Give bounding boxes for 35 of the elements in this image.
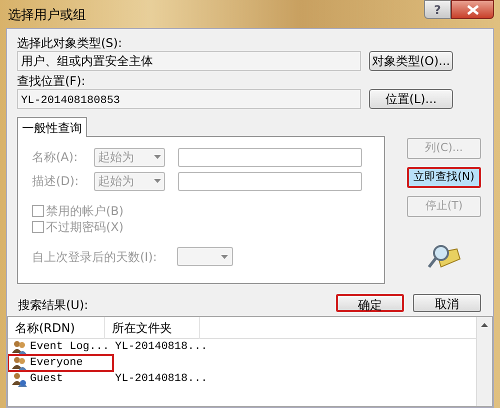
field-label: 描述(D): (32, 173, 80, 190)
dialog-button[interactable]: 确定 (336, 294, 404, 312)
results-label: 搜索结果(U): (18, 297, 88, 314)
table-cell-text: YL-20140818... (115, 372, 208, 387)
action-button[interactable]: 立即查找(N) (407, 167, 481, 188)
caret-icon (221, 254, 228, 258)
window-title: 选择用户或组 (8, 7, 86, 25)
list-item[interactable]: Everyone (8, 355, 113, 371)
search-folder-icon (427, 243, 461, 271)
tab[interactable]: 一般性查询 (17, 117, 87, 137)
list-item[interactable]: Guest (8, 371, 113, 387)
browse-button[interactable]: 位置(L)... (369, 89, 453, 109)
help-button[interactable]: ? (424, 0, 451, 19)
read-only-field: 用户、组或内置安全主体 (17, 51, 361, 71)
scroll-up-icon[interactable] (481, 323, 488, 327)
caret-icon (154, 179, 161, 183)
caret-icon (154, 155, 161, 159)
close-button[interactable] (451, 0, 494, 19)
close-icon (466, 4, 478, 14)
group-icon (12, 356, 28, 370)
read-only-field: YL-201408180853 (17, 89, 361, 109)
group-icon (12, 340, 28, 354)
field-label: 查找位置(F): (17, 73, 86, 89)
field-label: 自上次登录后的天数(I): (32, 248, 158, 266)
table-cell-text: YL-20140818... (115, 340, 208, 355)
user-icon (12, 372, 28, 386)
list-item[interactable]: Event Log... (8, 339, 113, 355)
field-label: 名称(A): (32, 149, 79, 166)
checkbox-label: 不过期密码(X) (46, 219, 124, 236)
dialog-button[interactable]: 取消 (413, 294, 481, 312)
column-header[interactable]: 名称(RDN) (8, 317, 105, 339)
browse-button[interactable]: 对象类型(O)... (369, 51, 453, 71)
checkbox-label: 禁用的帐户(B) (46, 203, 124, 220)
field-label: 选择此对象类型(S): (17, 35, 124, 51)
column-header[interactable]: 所在文件夹 (105, 317, 200, 339)
